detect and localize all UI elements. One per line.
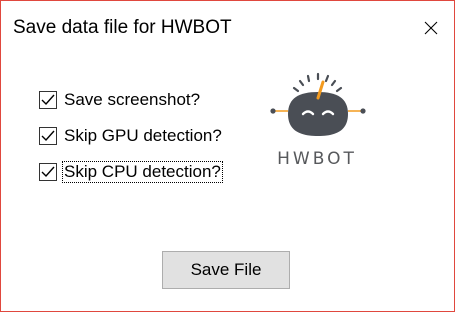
close-icon bbox=[424, 21, 438, 35]
hwbot-logo: HWBOT bbox=[263, 67, 371, 171]
check-icon bbox=[41, 166, 55, 178]
hwbot-logo-text: HWBOT bbox=[277, 149, 357, 169]
save-screenshot-label[interactable]: Save screenshot? bbox=[63, 90, 201, 110]
save-file-button[interactable]: Save File bbox=[162, 251, 290, 289]
skip-cpu-detection-checkbox[interactable] bbox=[39, 163, 57, 181]
option-save-screenshot[interactable]: Save screenshot? bbox=[39, 90, 223, 110]
close-button[interactable] bbox=[408, 1, 454, 55]
skip-gpu-detection-checkbox[interactable] bbox=[39, 127, 57, 145]
check-icon bbox=[41, 94, 55, 106]
option-skip-gpu-detection[interactable]: Skip GPU detection? bbox=[39, 126, 223, 146]
skip-cpu-detection-label[interactable]: Skip CPU detection? bbox=[62, 161, 223, 183]
window-title: Save data file for HWBOT bbox=[13, 17, 232, 38]
dialog-window: Save data file for HWBOT Save screenshot… bbox=[0, 0, 455, 312]
option-skip-cpu-detection[interactable]: Skip CPU detection? bbox=[39, 161, 223, 183]
options-group: Save screenshot? Skip GPU detection? Ski… bbox=[39, 90, 223, 198]
save-screenshot-checkbox[interactable] bbox=[39, 91, 57, 109]
skip-gpu-detection-label[interactable]: Skip GPU detection? bbox=[63, 126, 223, 146]
check-icon bbox=[41, 130, 55, 142]
hwbot-robot-logo-icon bbox=[270, 72, 366, 136]
title-bar: Save data file for HWBOT bbox=[1, 1, 454, 55]
